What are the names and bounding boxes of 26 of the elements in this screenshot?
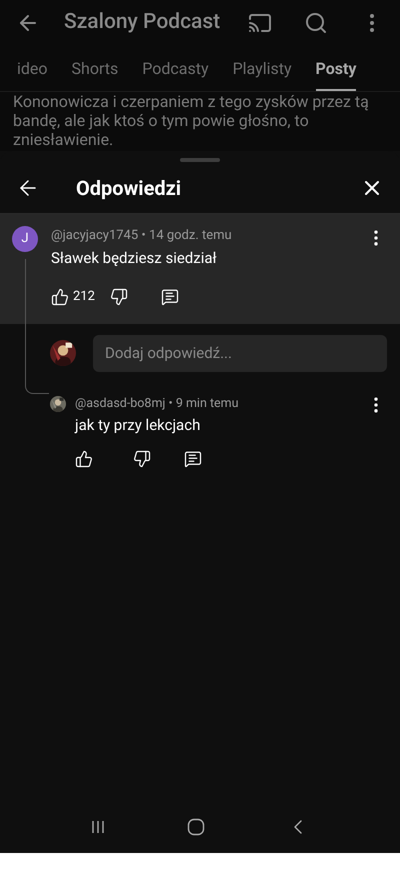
drag-handle[interactable]: [180, 158, 220, 162]
reply-text: jak ty przy lekcjach: [75, 414, 202, 436]
dislike-icon[interactable]: [110, 288, 128, 306]
channel-title: Szalony Podcast: [64, 9, 222, 36]
channel-tab[interactable]: Podcasty: [142, 57, 209, 91]
reply-input[interactable]: Dodaj odpowiedź...: [93, 334, 387, 372]
channel-tab[interactable]: ideo: [17, 57, 48, 91]
reply-meta: @asdasd-bo8mj • 9 min temu: [75, 394, 240, 412]
search-icon[interactable]: [304, 11, 328, 35]
reply-icon[interactable]: [184, 450, 202, 468]
cast-icon[interactable]: [248, 11, 272, 35]
like-count: 212: [73, 288, 95, 306]
like-icon[interactable]: [75, 450, 93, 468]
reply-icon[interactable]: [160, 288, 179, 306]
comment-text: Sławek będziesz siedział: [51, 248, 218, 269]
post-text: Kononowicza i czerpaniem z tego zysków przez tą bandę, ale jak ktoś o tym powie głośno, to zniesławienie.: [12, 92, 370, 151]
sheet-title: Odpowiedzi: [76, 174, 182, 202]
channel-tab[interactable]: Playlisty: [232, 57, 292, 91]
comment-meta: @jacyjacy1745 • 14 godz. temu: [51, 227, 233, 245]
dislike-icon[interactable]: [133, 450, 151, 468]
home-icon[interactable]: [186, 818, 205, 836]
avatar[interactable]: J: [12, 226, 38, 252]
like-icon[interactable]: [51, 288, 69, 306]
channel-tab[interactable]: Posty: [316, 57, 356, 91]
channel-tab[interactable]: Shorts: [72, 57, 118, 91]
recent-apps-icon[interactable]: [90, 818, 106, 834]
